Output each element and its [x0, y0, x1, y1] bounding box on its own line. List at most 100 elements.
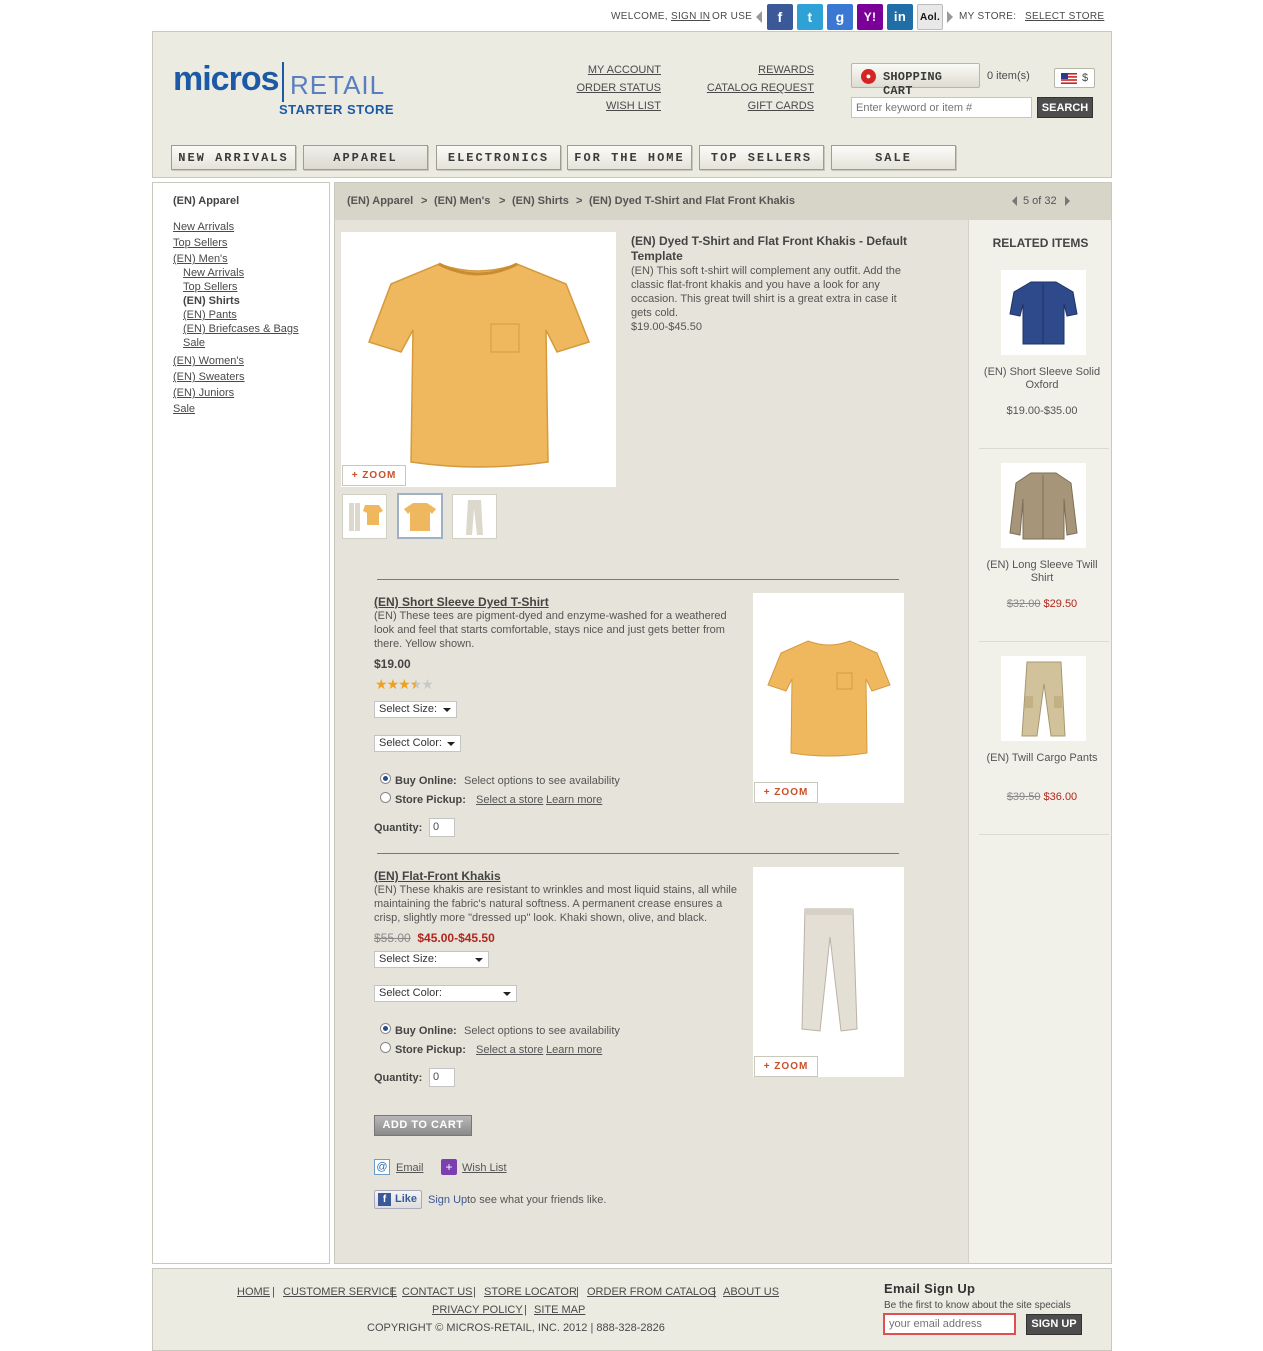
footer-about-us-link[interactable]: ABOUT US — [723, 1286, 779, 1298]
add-to-cart-button[interactable]: ADD TO CART — [374, 1115, 472, 1136]
quantity-input[interactable]: 0 — [429, 1068, 455, 1087]
pager-prev-icon[interactable] — [1012, 196, 1017, 206]
wish-list-link[interactable]: Wish List — [462, 1161, 507, 1175]
color-select[interactable]: Select Color: — [374, 985, 517, 1002]
footer-home-link[interactable]: HOME — [237, 1286, 270, 1298]
search-button[interactable]: SEARCH — [1037, 97, 1093, 118]
email-signup-input[interactable] — [883, 1313, 1016, 1335]
sidebar-item-womens[interactable]: (EN) Women's — [173, 355, 244, 367]
nav-for-the-home[interactable]: FOR THE HOME — [567, 145, 692, 170]
product-title-link[interactable]: (EN) Flat-Front Khakis — [374, 869, 501, 883]
currency-selector[interactable]: $ — [1054, 68, 1095, 88]
wish-list-link[interactable]: WISH LIST — [606, 100, 661, 112]
related-item-name-link[interactable]: (EN) Short Sleeve Solid Oxford — [977, 366, 1107, 392]
select-store-link[interactable]: SELECT STORE — [1025, 11, 1104, 22]
thumbnail-khakis[interactable] — [452, 494, 497, 539]
sidebar-item-top-sellers[interactable]: Top Sellers — [173, 237, 227, 249]
store-pickup-radio[interactable] — [380, 1042, 391, 1053]
product-image[interactable] — [753, 867, 904, 1077]
twitter-icon[interactable]: t — [797, 4, 823, 30]
facebook-icon[interactable]: f — [767, 4, 793, 30]
product-description: (EN) These khakis are resistant to wrink… — [374, 884, 737, 924]
linkedin-icon[interactable]: in — [887, 4, 913, 30]
zoom-button[interactable]: + ZOOM — [342, 465, 406, 486]
order-status-link[interactable]: ORDER STATUS — [576, 82, 661, 94]
thumbnail-outfit[interactable] — [342, 494, 387, 539]
sign-up-button[interactable]: SIGN UP — [1026, 1314, 1082, 1335]
nav-apparel[interactable]: APPAREL — [303, 145, 428, 170]
footer-privacy-policy-link[interactable]: PRIVACY POLICY — [432, 1304, 523, 1316]
nav-top-sellers[interactable]: TOP SELLERS — [699, 145, 824, 170]
star-icon: ★ — [386, 676, 400, 692]
related-item-image[interactable] — [1001, 270, 1086, 355]
sidebar-item-mens[interactable]: (EN) Men's — [173, 253, 228, 265]
related-item-image[interactable] — [1001, 656, 1086, 741]
select-a-store-link[interactable]: Select a store — [476, 1043, 543, 1057]
buy-online-radio[interactable] — [380, 773, 391, 784]
sidebar-subitem-top-sellers[interactable]: Top Sellers — [183, 281, 237, 293]
yahoo-icon[interactable]: Y! — [857, 4, 883, 30]
product-image[interactable] — [753, 593, 904, 803]
social-prev-icon[interactable] — [756, 11, 762, 23]
email-link[interactable]: Email — [396, 1161, 424, 1175]
breadcrumb-apparel[interactable]: (EN) Apparel — [347, 195, 413, 207]
sidebar-item-sweaters[interactable]: (EN) Sweaters — [173, 371, 245, 383]
product-title-link[interactable]: (EN) Short Sleeve Dyed T-Shirt — [374, 595, 549, 609]
buy-online-radio[interactable] — [380, 1023, 391, 1034]
sign-in-link[interactable]: SIGN IN — [671, 11, 710, 22]
wish-list-icon[interactable]: + — [441, 1159, 457, 1175]
divider — [377, 579, 899, 580]
learn-more-link[interactable]: Learn more — [546, 1043, 602, 1057]
footer-sep: | — [524, 1304, 527, 1316]
sidebar-item-juniors[interactable]: (EN) Juniors — [173, 387, 234, 399]
pager-next-icon[interactable] — [1065, 196, 1070, 206]
like-label: Like — [395, 1193, 418, 1205]
search-input[interactable] — [851, 97, 1032, 118]
footer-customer-service-link[interactable]: CUSTOMER SERVICE — [283, 1286, 397, 1298]
aol-icon[interactable]: Aol. — [917, 4, 943, 30]
select-a-store-link[interactable]: Select a store — [476, 793, 543, 807]
sidebar-subitem-pants[interactable]: (EN) Pants — [183, 309, 237, 321]
related-item-price: $39.50 $36.00 — [977, 791, 1107, 804]
color-select[interactable]: Select Color: — [374, 735, 461, 752]
footer-order-from-catalog-link[interactable]: ORDER FROM CATALOG — [587, 1286, 716, 1298]
zoom-button[interactable]: + ZOOM — [754, 782, 818, 803]
facebook-like-button[interactable]: f Like — [374, 1190, 422, 1209]
footer-site-map-link[interactable]: SITE MAP — [534, 1304, 585, 1316]
learn-more-link[interactable]: Learn more — [546, 793, 602, 807]
shopping-cart-button[interactable]: ● SHOPPING CART — [851, 63, 980, 98]
sidebar-subitem-briefcases-bags[interactable]: (EN) Briefcases & Bags — [183, 323, 299, 335]
social-next-icon[interactable] — [947, 11, 953, 23]
store-pickup-radio[interactable] — [380, 792, 391, 803]
breadcrumb-mens[interactable]: (EN) Men's — [434, 195, 490, 207]
quantity-input[interactable]: 0 — [429, 818, 455, 837]
email-icon[interactable]: @ — [374, 1159, 390, 1175]
rewards-link[interactable]: REWARDS — [758, 64, 814, 76]
gift-cards-link[interactable]: GIFT CARDS — [748, 100, 814, 112]
sidebar-subitem-sale[interactable]: Sale — [183, 337, 205, 349]
related-item-image[interactable] — [1001, 463, 1086, 548]
facebook-sign-up-link[interactable]: Sign Up — [428, 1193, 467, 1207]
sidebar-subitem-new-arrivals[interactable]: New Arrivals — [183, 267, 244, 279]
footer-contact-us-link[interactable]: CONTACT US — [402, 1286, 473, 1298]
nav-new-arrivals[interactable]: NEW ARRIVALS — [171, 145, 296, 170]
related-item-name-link[interactable]: (EN) Long Sleeve Twill Shirt — [977, 559, 1107, 585]
nav-sale[interactable]: SALE — [831, 145, 956, 170]
my-account-link[interactable]: MY ACCOUNT — [588, 64, 661, 76]
related-item-name-link[interactable]: (EN) Twill Cargo Pants — [977, 752, 1107, 765]
zoom-button[interactable]: + ZOOM — [754, 1056, 818, 1077]
nav-electronics[interactable]: ELECTRONICS — [436, 145, 561, 170]
sidebar-item-sale[interactable]: Sale — [173, 403, 195, 415]
thumbnail-tshirt[interactable] — [397, 493, 443, 539]
sidebar-item-new-arrivals[interactable]: New Arrivals — [173, 221, 234, 233]
size-select[interactable]: Select Size: — [374, 701, 457, 718]
catalog-request-link[interactable]: CATALOG REQUEST — [707, 82, 814, 94]
google-icon[interactable]: g — [827, 4, 853, 30]
breadcrumb-shirts[interactable]: (EN) Shirts — [512, 195, 569, 207]
us-flag-icon — [1061, 73, 1077, 84]
quantity-label: Quantity: — [374, 1072, 423, 1084]
logo-micros: micros — [173, 60, 279, 98]
size-select[interactable]: Select Size: — [374, 951, 489, 968]
footer-store-locator-link[interactable]: STORE LOCATOR — [484, 1286, 577, 1298]
main-product-image[interactable] — [341, 232, 616, 487]
